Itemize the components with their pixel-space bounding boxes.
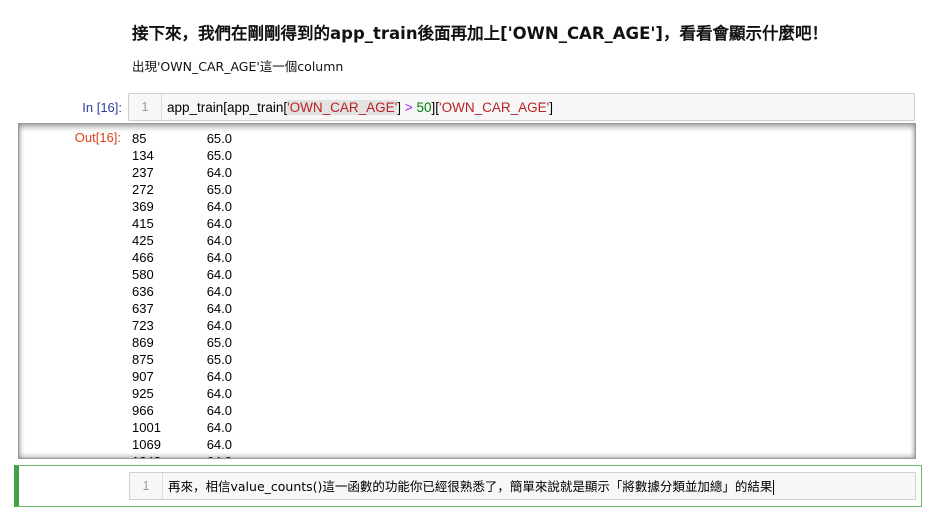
row-index: 272 xyxy=(132,182,154,197)
row-index: 1242 xyxy=(132,453,161,458)
line-number: 1 xyxy=(129,94,162,120)
output-row: 636 64.0 xyxy=(132,283,252,300)
output-row: 237 64.0 xyxy=(132,164,252,181)
markdown-editor[interactable]: 1 再來，相信value_counts()這一函數的功能你已經很熟悉了，簡單來說… xyxy=(129,472,916,500)
code-token: app_train[app_train[ xyxy=(167,100,288,115)
row-value: 65.0 xyxy=(206,131,232,146)
row-value: 64.0 xyxy=(206,420,232,435)
row-value: 65.0 xyxy=(206,335,232,350)
row-value: 64.0 xyxy=(206,301,232,316)
code-operator-token: > xyxy=(404,100,413,115)
output-row: 272 65.0 xyxy=(132,181,252,198)
output-row: 369 64.0 xyxy=(132,198,252,215)
row-value: 64.0 xyxy=(207,453,232,458)
output-row: 1069 64.0 xyxy=(132,436,252,453)
editor-text: 再來，相信value_counts()這一函數的功能你已經很熟悉了，簡單來說就是… xyxy=(168,479,773,494)
row-index: 237 xyxy=(132,165,154,180)
row-value: 64.0 xyxy=(206,386,232,401)
row-index: 925 xyxy=(132,386,154,401)
row-value: 64.0 xyxy=(206,369,232,384)
row-value: 64.0 xyxy=(206,318,232,333)
output-row: 723 64.0 xyxy=(132,317,252,334)
output-prompt: Out[16]: xyxy=(74,130,121,145)
row-index: 415 xyxy=(132,216,154,231)
code-token: ][ xyxy=(431,100,439,115)
output-series: 85 65.0 134 65.0 237 64.0 272 65.0 369 64.0 415 64.… xyxy=(132,130,252,458)
row-index: 869 xyxy=(132,335,154,350)
output-row: 580 64.0 xyxy=(132,266,252,283)
output-row: 134 65.0 xyxy=(132,147,252,164)
row-value: 64.0 xyxy=(206,403,232,418)
selected-markdown-cell[interactable]: 1 再來，相信value_counts()這一函數的功能你已經很熟悉了，簡單來說… xyxy=(14,465,922,507)
code-number-token: 50 xyxy=(416,100,432,115)
row-value: 64.0 xyxy=(206,199,232,214)
row-value: 64.0 xyxy=(206,267,232,282)
row-index: 723 xyxy=(132,318,154,333)
output-row: 85 65.0 xyxy=(132,130,252,147)
output-row: 925 64.0 xyxy=(132,385,252,402)
output-row: 966 64.0 xyxy=(132,402,252,419)
row-value: 65.0 xyxy=(206,352,232,367)
code-string-token: 'OWN_CAR_AGE' xyxy=(439,100,550,115)
code-cell-editor[interactable]: 1 app_train[app_train['OWN_CAR_AGE'] > 5… xyxy=(128,93,915,121)
input-prompt: In [16]: xyxy=(82,100,122,115)
row-value: 64.0 xyxy=(206,216,232,231)
row-value: 64.0 xyxy=(206,233,232,248)
row-value: 64.0 xyxy=(206,284,232,299)
code-line[interactable]: app_train[app_train['OWN_CAR_AGE'] > 50]… xyxy=(167,94,553,121)
row-value: 64.0 xyxy=(206,250,232,265)
output-row: 466 64.0 xyxy=(132,249,252,266)
row-index: 580 xyxy=(132,267,154,282)
row-index: 637 xyxy=(132,301,154,316)
output-row: 869 65.0 xyxy=(132,334,252,351)
line-number: 1 xyxy=(130,473,163,499)
markdown-heading: 接下來，我們在剛剛得到的app_train後面再加上['OWN_CAR_AGE'… xyxy=(132,24,828,43)
code-token: ] xyxy=(397,100,405,115)
row-value: 65.0 xyxy=(206,182,232,197)
row-value: 64.0 xyxy=(206,437,232,452)
output-row: 875 65.0 xyxy=(132,351,252,368)
output-row: 637 64.0 xyxy=(132,300,252,317)
row-index: 369 xyxy=(132,199,154,214)
editor-line[interactable]: 再來，相信value_counts()這一函數的功能你已經很熟悉了，簡單來說就是… xyxy=(168,473,775,500)
row-index: 1001 xyxy=(132,420,161,435)
row-index: 85 xyxy=(132,131,147,146)
row-index: 425 xyxy=(132,233,154,248)
row-index: 907 xyxy=(132,369,154,384)
code-string-token: 'OWN_CAR_AGE' xyxy=(287,100,398,115)
code-token: ] xyxy=(549,100,553,115)
output-row: 425 64.0 xyxy=(132,232,252,249)
row-index: 134 xyxy=(132,148,154,163)
output-row: 907 64.0 xyxy=(132,368,252,385)
markdown-text: 出現'OWN_CAR_AGE'這一個column xyxy=(132,59,344,74)
row-index: 466 xyxy=(132,250,154,265)
output-area-scrollable[interactable]: Out[16]: 85 65.0 134 65.0 237 64.0 272 65.0 369 6… xyxy=(18,123,916,459)
row-value: 64.0 xyxy=(206,165,232,180)
text-cursor xyxy=(773,480,775,495)
row-value: 65.0 xyxy=(206,148,232,163)
output-row: 1001 64.0 xyxy=(132,419,252,436)
output-row: 1242 64.0 xyxy=(132,453,252,458)
row-index: 636 xyxy=(132,284,154,299)
row-index: 966 xyxy=(132,403,154,418)
row-index: 875 xyxy=(132,352,154,367)
row-index: 1069 xyxy=(132,437,161,452)
output-row: 415 64.0 xyxy=(132,215,252,232)
